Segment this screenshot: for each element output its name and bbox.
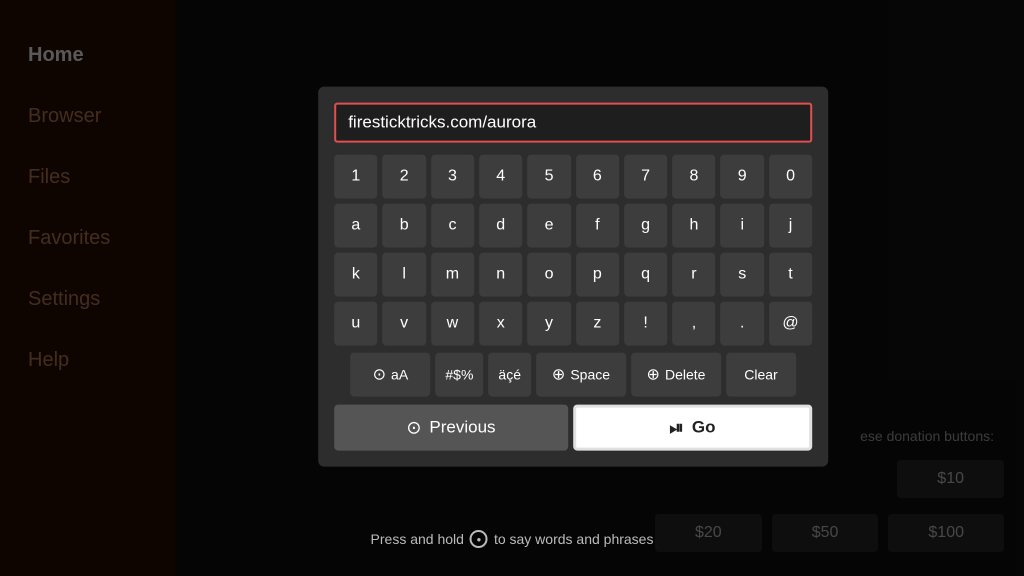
key-d[interactable]: d [479,204,522,248]
key-b[interactable]: b [383,204,426,248]
key-l[interactable]: l [383,253,426,297]
key-v[interactable]: v [383,302,426,346]
go-label: Go [692,418,716,438]
key-4[interactable]: 4 [479,155,522,199]
go-icon: ⏯ [669,417,683,438]
voice-button-icon: ● [470,530,488,548]
voice-hint-text1: Press and hold [371,531,464,547]
symbols-key[interactable]: #$% [435,353,483,397]
previous-button[interactable]: ⊙ Previous [334,405,568,451]
key-w[interactable]: w [431,302,474,346]
key-p[interactable]: p [576,253,619,297]
clear-label: Clear [744,367,777,383]
key-s[interactable]: s [721,253,764,297]
key-y[interactable]: y [527,302,570,346]
voice-hint-text2: to say words and phrases [494,531,654,547]
case-label: aA [391,367,408,383]
key-j[interactable]: j [769,204,812,248]
circle-space-icon: ⊕ [552,365,565,385]
go-button[interactable]: ⏯ Go [573,405,813,451]
key-period[interactable]: . [721,302,764,346]
row-a-j: a b c d e f g h i j [334,204,812,248]
key-1[interactable]: 1 [334,155,377,199]
key-5[interactable]: 5 [527,155,570,199]
key-r[interactable]: r [672,253,715,297]
key-z[interactable]: z [576,302,619,346]
key-u[interactable]: u [334,302,377,346]
url-input[interactable] [348,113,798,133]
delete-key[interactable]: ⊕ Delete [631,353,721,397]
key-exclaim[interactable]: ! [624,302,667,346]
row-u-at: u v w x y z ! , . @ [334,302,812,346]
key-3[interactable]: 3 [431,155,474,199]
previous-icon: ⊙ [406,417,421,438]
key-e[interactable]: e [527,204,570,248]
space-label: Space [570,367,610,383]
delete-label: Delete [665,367,705,383]
number-row: 1 2 3 4 5 6 7 8 9 0 [334,155,812,199]
key-6[interactable]: 6 [576,155,619,199]
key-k[interactable]: k [334,253,377,297]
key-q[interactable]: q [624,253,667,297]
case-toggle-key[interactable]: ⊙ aA [350,353,430,397]
key-9[interactable]: 9 [721,155,764,199]
key-m[interactable]: m [431,253,474,297]
circle-icon: ⊙ [373,365,386,385]
key-a[interactable]: a [334,204,377,248]
key-at[interactable]: @ [769,302,812,346]
accents-key[interactable]: äçé [488,353,531,397]
key-x[interactable]: x [479,302,522,346]
key-2[interactable]: 2 [383,155,426,199]
key-c[interactable]: c [431,204,474,248]
space-key[interactable]: ⊕ Space [536,353,626,397]
key-8[interactable]: 8 [672,155,715,199]
key-f[interactable]: f [576,204,619,248]
key-g[interactable]: g [624,204,667,248]
action-row: ⊙ Previous ⏯ Go [334,405,812,451]
accents-label: äçé [498,367,521,383]
keyboard: 1 2 3 4 5 6 7 8 9 0 a b c d e f g h i j … [334,155,812,397]
keyboard-dialog: 1 2 3 4 5 6 7 8 9 0 a b c d e f g h i j … [318,87,828,467]
key-0[interactable]: 0 [769,155,812,199]
key-n[interactable]: n [479,253,522,297]
key-o[interactable]: o [527,253,570,297]
key-t[interactable]: t [769,253,812,297]
row-k-t: k l m n o p q r s t [334,253,812,297]
key-i[interactable]: i [721,204,764,248]
clear-key[interactable]: Clear [726,353,796,397]
voice-hint: Press and hold ● to say words and phrase… [371,530,654,548]
circle-delete-icon: ⊕ [647,365,660,385]
special-row: ⊙ aA #$% äçé ⊕ Space ⊕ Delete Clear [334,353,812,397]
symbols-label: #$% [445,367,473,383]
key-comma[interactable]: , [672,302,715,346]
key-h[interactable]: h [672,204,715,248]
previous-label: Previous [429,418,495,438]
url-bar[interactable] [334,103,812,143]
key-7[interactable]: 7 [624,155,667,199]
